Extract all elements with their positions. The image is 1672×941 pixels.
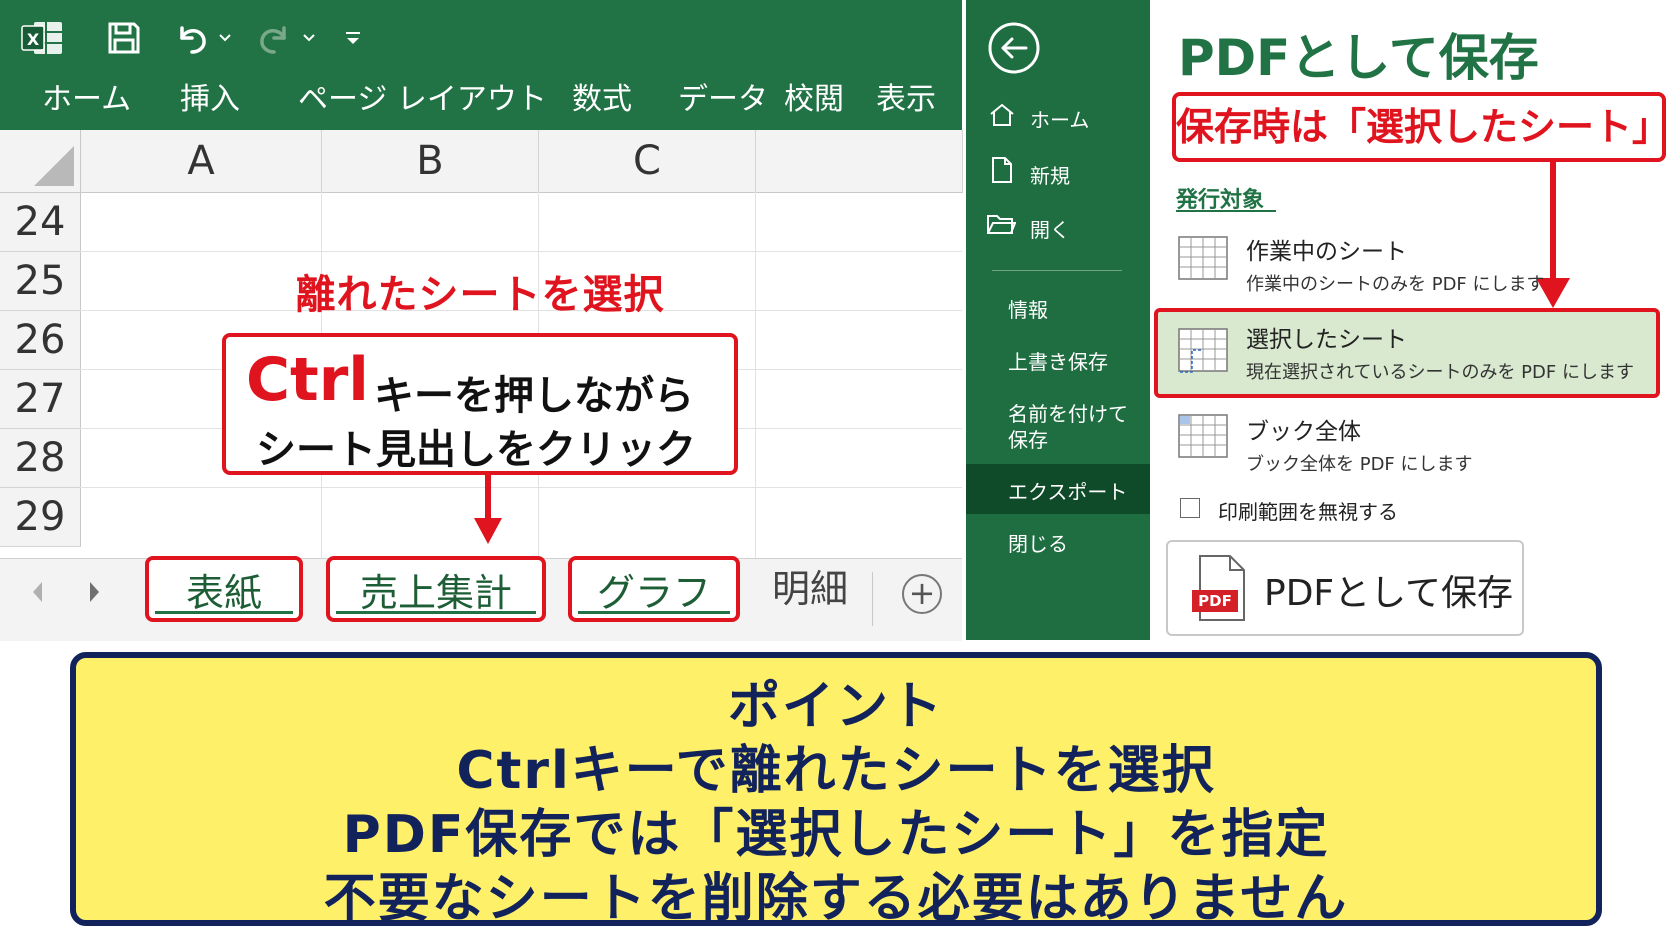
summary-box: ポイント Ctrlキーで離れたシートを選択 PDF保存では「選択したシート」を指… xyxy=(70,652,1602,929)
grid-line xyxy=(755,192,756,558)
option-entire-workbook-desc: ブック全体を PDF にします xyxy=(1246,454,1473,475)
selected-sheets-icon xyxy=(1178,328,1228,380)
save-icon[interactable] xyxy=(102,14,146,62)
sheet-grid-icon xyxy=(1178,236,1228,284)
grid-line xyxy=(80,487,962,488)
summary-line-3: 不要なシートを削除する必要はありません xyxy=(323,869,1349,929)
nav-save-as-line1[interactable]: 名前を付けて xyxy=(1008,398,1128,427)
tab-review[interactable]: 校閲 xyxy=(784,78,844,122)
nav-export[interactable]: エクスポート xyxy=(1008,476,1127,505)
option-selected-sheets[interactable] xyxy=(1154,308,1660,398)
redo-icon xyxy=(250,14,298,62)
sheet-tab-sales[interactable]: 売上集計 xyxy=(326,556,546,622)
column-header-b[interactable]: B xyxy=(322,130,539,193)
annotation-line2: シート見出しをクリック xyxy=(256,427,696,473)
annotation-line1: キーを押しながら xyxy=(374,373,694,419)
option-selected-sheets-desc: 現在選択されているシートのみを PDF にします xyxy=(1246,362,1634,383)
scroll-left-icon[interactable] xyxy=(28,578,48,610)
column-header-c[interactable]: C xyxy=(539,130,756,193)
arrow-down-icon xyxy=(474,474,502,550)
annotation-box: Ctrl キーを押しながら シート見出しをクリック xyxy=(222,333,738,475)
svg-text:X: X xyxy=(27,30,40,49)
callout-box: 保存時は「選択したシート」 xyxy=(1172,92,1670,162)
sheet-tab-details[interactable]: 明細 xyxy=(752,556,868,622)
tab-data[interactable]: データ xyxy=(678,78,768,122)
tab-insert[interactable]: 挿入 xyxy=(180,78,240,122)
nav-info[interactable]: 情報 xyxy=(1008,294,1048,323)
open-folder-icon xyxy=(986,212,1017,240)
option-entire-workbook-title[interactable]: ブック全体 xyxy=(1246,412,1361,446)
sheet-tab-cover[interactable]: 表紙 xyxy=(145,556,303,622)
sheet-divider xyxy=(872,572,873,626)
tab-home[interactable]: ホーム xyxy=(42,78,131,122)
column-header-a[interactable]: A xyxy=(81,130,322,193)
save-as-pdf-label: PDFとして保存 xyxy=(1264,573,1514,614)
save-as-pdf-button[interactable]: PDF PDFとして保存 xyxy=(1166,540,1524,636)
excel-logo-icon: X xyxy=(18,14,66,62)
annotation-ctrl: Ctrl xyxy=(246,345,369,415)
undo-icon[interactable] xyxy=(168,14,216,62)
select-all-corner[interactable] xyxy=(0,130,81,193)
ignore-print-area-checkbox[interactable] xyxy=(1180,498,1200,518)
redo-dropdown-chevron-icon[interactable] xyxy=(298,14,320,62)
new-document-icon xyxy=(990,156,1014,188)
nav-close[interactable]: 閉じる xyxy=(1008,528,1068,557)
row-header-29[interactable]: 29 xyxy=(0,488,81,547)
undo-dropdown-chevron-icon[interactable] xyxy=(214,14,236,62)
nav-overwrite-save[interactable]: 上書き保存 xyxy=(1008,346,1108,375)
tab-view[interactable]: 表示 xyxy=(876,78,936,122)
pdf-file-icon: PDF xyxy=(1190,554,1248,628)
nav-home[interactable]: ホーム xyxy=(1030,104,1089,133)
row-header-25[interactable]: 25 xyxy=(0,252,81,311)
option-active-sheet-desc: 作業中のシートのみを PDF にします xyxy=(1246,274,1545,295)
column-header-d[interactable] xyxy=(756,130,963,193)
nav-open[interactable]: 開く xyxy=(1030,214,1070,243)
option-active-sheet-title[interactable]: 作業中のシート xyxy=(1246,232,1407,266)
grid-line xyxy=(80,251,962,252)
customize-toolbar-icon[interactable] xyxy=(340,14,366,62)
page-title: PDFとして保存 xyxy=(1178,29,1539,87)
nav-new[interactable]: 新規 xyxy=(1030,160,1070,189)
home-icon xyxy=(988,102,1016,132)
tab-formulas[interactable]: 数式 xyxy=(572,78,632,122)
row-header-24[interactable]: 24 xyxy=(0,193,81,252)
back-arrow-icon[interactable] xyxy=(986,20,1042,80)
row-header-27[interactable]: 27 xyxy=(0,370,81,429)
row-header-28[interactable]: 28 xyxy=(0,429,81,488)
nav-divider xyxy=(992,270,1122,271)
excel-window: X ホーム 挿入 ページ レイアウト 数式 データ 校閲 表示 A B C 24… xyxy=(0,0,963,641)
annotation-title: 離れたシートを選択 xyxy=(295,272,665,318)
target-underline xyxy=(1176,210,1276,212)
row-header-26[interactable]: 26 xyxy=(0,311,81,370)
add-sheet-button[interactable]: + xyxy=(902,574,942,614)
pdf-icon-label: PDF xyxy=(1198,592,1232,610)
workbook-icon xyxy=(1178,414,1228,462)
nav-save-as-line2[interactable]: 保存 xyxy=(1008,424,1048,453)
scroll-right-icon[interactable] xyxy=(84,578,104,610)
option-selected-sheets-title[interactable]: 選択したシート xyxy=(1246,320,1407,354)
ignore-print-area-label: 印刷範囲を無視する xyxy=(1218,500,1398,524)
sheet-tab-graph[interactable]: グラフ xyxy=(568,556,740,622)
tab-page-layout[interactable]: ページ レイアウト xyxy=(298,78,547,122)
